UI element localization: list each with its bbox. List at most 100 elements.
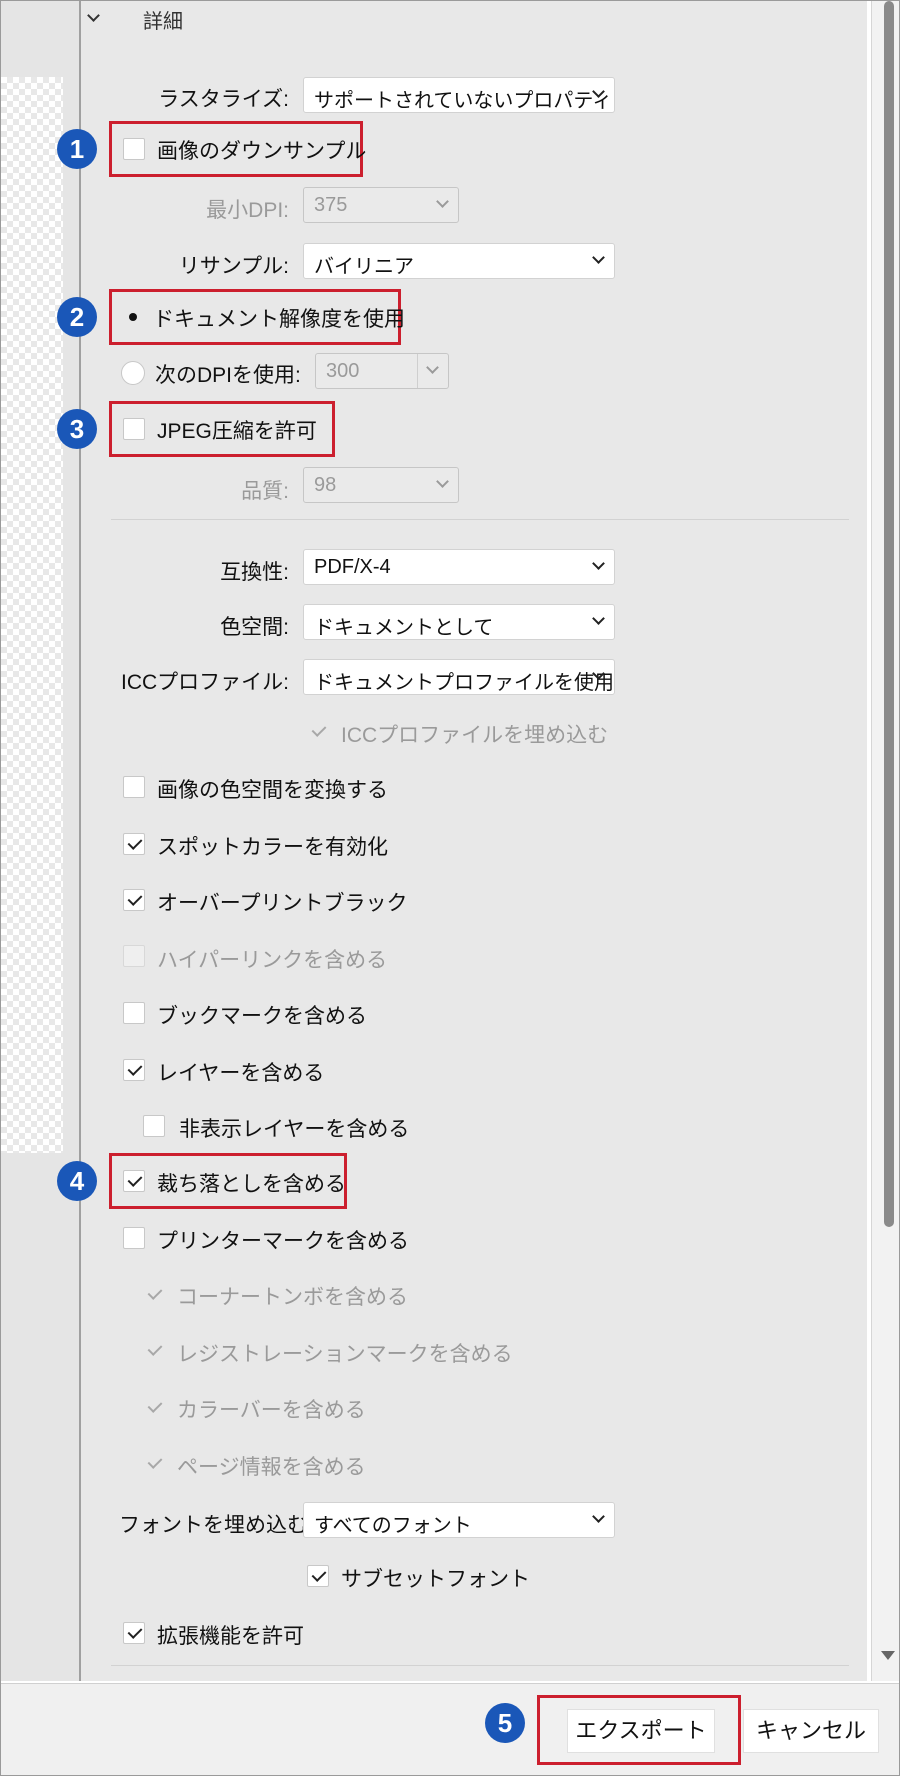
doc-resolution-label: ドキュメント解像度を使用	[153, 308, 405, 331]
doc-resolution-radio[interactable]	[121, 305, 145, 329]
compat-select[interactable]: PDF/X-4	[303, 549, 615, 585]
check-icon	[147, 1285, 163, 1300]
check-icon	[127, 891, 143, 906]
bleed-label: 裁ち落としを含める	[157, 1173, 346, 1196]
embed-icc-checkbox	[307, 720, 329, 742]
icc-label: ICCプロファイル:	[121, 671, 289, 694]
subset-font-label: サブセットフォント	[341, 1568, 530, 1591]
convert-color-label: 画像の色空間を変換する	[157, 779, 388, 802]
check-icon	[311, 722, 327, 737]
use-dpi-select: 300	[315, 353, 449, 389]
check-icon	[127, 1624, 143, 1639]
resample-label: リサンプル:	[178, 255, 289, 278]
printer-marks-checkbox[interactable]	[123, 1227, 145, 1249]
chevron-down-icon	[592, 1510, 605, 1523]
transparency-preview	[1, 77, 63, 1153]
icc-select[interactable]: ドキュメントプロファイルを使用	[303, 659, 615, 695]
section-divider	[111, 1665, 849, 1666]
resample-value: バイリニア	[314, 256, 414, 278]
embed-icc-label: ICCプロファイルを埋め込む	[341, 724, 609, 747]
radio-dot	[129, 313, 137, 321]
quality-label: 品質:	[241, 480, 289, 503]
side-strip	[1, 1, 81, 1681]
min-dpi-select: 375	[303, 187, 459, 223]
chevron-down-icon	[592, 557, 605, 570]
color-bars-label: カラーバーを含める	[177, 1399, 366, 1422]
icc-value: ドキュメントプロファイルを使用	[314, 672, 614, 694]
chevron-down-icon	[436, 475, 449, 488]
min-dpi-label: 最小DPI:	[206, 199, 289, 222]
registration-label: レジストレーションマークを含める	[177, 1343, 513, 1366]
callout-badge-5: 5	[485, 1703, 525, 1743]
callout-badge-1: 1	[57, 129, 97, 169]
min-dpi-value: 375	[314, 194, 348, 216]
hyperlinks-label: ハイパーリンクを含める	[157, 949, 388, 972]
use-dpi-value: 300	[326, 360, 360, 382]
corner-marks-label: コーナートンボを含める	[177, 1286, 408, 1309]
chevron-down-icon	[592, 612, 605, 625]
convert-color-checkbox[interactable]	[123, 776, 145, 798]
rasterize-select[interactable]: サポートされていないプロパティ	[303, 77, 615, 113]
hyperlinks-checkbox	[123, 945, 145, 967]
jpeg-checkbox[interactable]	[123, 418, 145, 440]
extensions-checkbox[interactable]	[123, 1622, 145, 1644]
section-title[interactable]: 詳細	[143, 5, 183, 34]
vertical-scrollbar[interactable]	[871, 1, 899, 1681]
scroll-down-arrow-icon[interactable]	[881, 1651, 895, 1660]
callout-badge-3: 3	[57, 409, 97, 449]
downsample-checkbox[interactable]	[123, 138, 145, 160]
rasterize-value: サポートされていないプロパティ	[314, 90, 613, 112]
spot-color-label: スポットカラーを有効化	[157, 836, 388, 859]
quality-value: 98	[314, 474, 337, 496]
quality-select: 98	[303, 467, 459, 503]
bookmarks-checkbox[interactable]	[123, 1002, 145, 1024]
callout-badge-4: 4	[57, 1161, 97, 1201]
registration-checkbox	[143, 1339, 165, 1361]
check-icon	[147, 1341, 163, 1356]
check-icon	[147, 1398, 163, 1413]
callout-badge-2: 2	[57, 297, 97, 337]
check-icon	[311, 1567, 327, 1582]
check-icon	[127, 1172, 143, 1187]
embed-fonts-label: フォントを埋め込む:	[119, 1514, 314, 1537]
scrollbar-thumb[interactable]	[884, 1, 894, 1227]
use-dpi-label: 次のDPIを使用:	[155, 364, 301, 387]
select-divider	[417, 354, 418, 388]
colorspace-value: ドキュメントとして	[314, 617, 494, 639]
export-dialog: 詳細 ラスタライズ: サポートされていないプロパティ 1 画像のダウンサンプル …	[0, 0, 900, 1776]
hidden-layers-checkbox[interactable]	[143, 1115, 165, 1137]
spot-color-checkbox[interactable]	[123, 833, 145, 855]
hidden-layers-label: 非表示レイヤーを含める	[179, 1118, 410, 1141]
rasterize-label: ラスタライズ:	[158, 88, 289, 111]
check-icon	[127, 1061, 143, 1076]
compat-label: 互換性:	[220, 561, 289, 584]
corner-marks-checkbox	[143, 1283, 165, 1305]
cancel-button[interactable]: キャンセル	[743, 1709, 879, 1753]
subset-font-checkbox[interactable]	[307, 1565, 329, 1587]
extensions-label: 拡張機能を許可	[157, 1625, 304, 1648]
compat-value: PDF/X-4	[314, 556, 391, 578]
colorspace-label: 色空間:	[220, 616, 289, 639]
layers-checkbox[interactable]	[123, 1059, 145, 1081]
resample-select[interactable]: バイリニア	[303, 243, 615, 279]
use-dpi-radio[interactable]	[121, 361, 145, 385]
bleed-checkbox[interactable]	[123, 1170, 145, 1192]
bookmarks-label: ブックマークを含める	[157, 1005, 367, 1028]
chevron-down-icon	[426, 361, 439, 374]
page-info-label: ページ情報を含める	[177, 1456, 366, 1479]
printer-marks-label: プリンターマークを含める	[157, 1230, 409, 1253]
check-icon	[127, 835, 143, 850]
section-divider	[111, 519, 849, 520]
overprint-checkbox[interactable]	[123, 889, 145, 911]
layers-label: レイヤーを含める	[157, 1062, 325, 1085]
color-bars-checkbox	[143, 1396, 165, 1418]
export-button[interactable]: エクスポート	[567, 1709, 715, 1753]
chevron-down-icon	[436, 195, 449, 208]
jpeg-label: JPEG圧縮を許可	[157, 420, 317, 443]
colorspace-select[interactable]: ドキュメントとして	[303, 604, 615, 640]
page-info-checkbox	[143, 1452, 165, 1474]
chevron-down-icon	[592, 251, 605, 264]
check-icon	[147, 1454, 163, 1469]
embed-fonts-select[interactable]: すべてのフォント	[303, 1502, 615, 1538]
downsample-label: 画像のダウンサンプル	[157, 140, 367, 163]
